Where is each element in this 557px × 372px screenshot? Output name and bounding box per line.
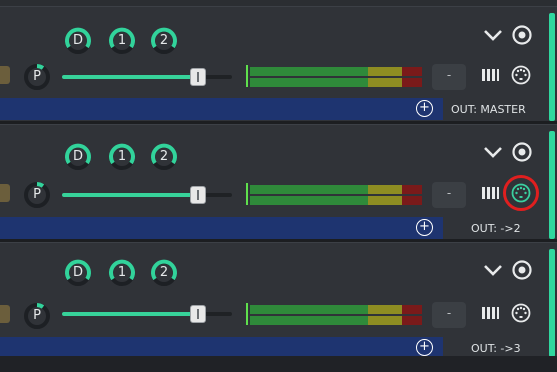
strip-color-accent[interactable]	[549, 249, 555, 357]
volume-fader[interactable]	[62, 305, 232, 323]
send-knob-d[interactable]: D	[64, 259, 92, 287]
knob-label: D	[72, 265, 83, 280]
midi-port-icon[interactable]	[502, 174, 540, 212]
routing-bar[interactable]	[0, 217, 443, 239]
level-meter	[246, 183, 422, 205]
send-knob-2[interactable]: 2	[150, 259, 178, 287]
knob-label: D	[72, 33, 83, 48]
midi-port-icon[interactable]	[510, 302, 532, 324]
send-knob-d[interactable]: D	[64, 143, 92, 171]
piano-keys-icon[interactable]	[480, 67, 500, 83]
strip-color-accent[interactable]	[549, 131, 555, 239]
strip-color-accent[interactable]	[549, 13, 555, 121]
piano-keys-icon[interactable]	[480, 185, 500, 201]
color-tab	[0, 184, 10, 202]
meter-right	[246, 78, 422, 87]
target-icon[interactable]	[511, 24, 533, 46]
output-label[interactable]: OUT: ->3	[471, 342, 521, 355]
chevron-down-icon[interactable]	[482, 263, 504, 277]
mute-button[interactable]: -	[432, 64, 466, 90]
meter-right	[246, 316, 422, 325]
knob-label: 1	[117, 33, 127, 48]
plus-circle-icon[interactable]: +	[416, 100, 433, 117]
send-knob-2[interactable]: 2	[150, 27, 178, 55]
knob-label: 2	[159, 265, 169, 280]
color-tab	[0, 305, 10, 323]
fader-handle[interactable]	[190, 305, 206, 323]
output-label[interactable]: OUT: MASTER	[451, 103, 526, 116]
knob-label: P	[33, 187, 41, 202]
mute-button[interactable]: -	[432, 182, 466, 208]
fader-fill	[62, 312, 192, 316]
pan-knob[interactable]: P	[23, 302, 51, 330]
plus-circle-icon[interactable]: +	[416, 339, 433, 356]
send-knob-1[interactable]: 1	[108, 143, 136, 171]
knob-label: 2	[159, 149, 169, 164]
fader-fill	[62, 193, 192, 197]
meter-left	[246, 185, 422, 194]
chevron-down-icon[interactable]	[482, 145, 504, 159]
routing-bar[interactable]	[0, 98, 443, 120]
send-knob-1[interactable]: 1	[108, 27, 136, 55]
color-tab	[0, 66, 10, 84]
chevron-down-icon[interactable]	[482, 28, 504, 42]
send-knob-1[interactable]: 1	[108, 259, 136, 287]
pan-knob[interactable]: P	[23, 63, 51, 91]
knob-label: P	[33, 69, 41, 84]
send-knob-d[interactable]: D	[64, 27, 92, 55]
level-meter	[246, 303, 422, 325]
mute-button[interactable]: -	[432, 302, 466, 328]
mixer-panel: D 1 2 P - + OUT: MASTER D 1 2 P - + OUT:…	[0, 0, 557, 372]
knob-label: D	[72, 149, 83, 164]
output-label[interactable]: OUT: ->2	[471, 222, 521, 235]
piano-keys-icon[interactable]	[480, 305, 500, 321]
meter-left	[246, 67, 422, 76]
target-icon[interactable]	[511, 259, 533, 281]
target-icon[interactable]	[511, 141, 533, 163]
fader-handle[interactable]	[190, 186, 206, 204]
knob-label: 1	[117, 149, 127, 164]
send-knob-2[interactable]: 2	[150, 143, 178, 171]
mixer-strip-2: D 1 2 P - + OUT: ->2	[0, 124, 557, 242]
knob-label: 2	[159, 33, 169, 48]
mixer-strip-1: D 1 2 P - + OUT: MASTER	[0, 6, 557, 124]
meter-right	[246, 196, 422, 205]
midi-port-icon[interactable]	[510, 64, 532, 86]
knob-label: 1	[117, 265, 127, 280]
mixer-strip-3: D 1 2 P - + OUT: ->3	[0, 242, 557, 360]
fader-handle[interactable]	[190, 68, 206, 86]
volume-fader[interactable]	[62, 68, 232, 86]
meter-left	[246, 305, 422, 314]
pan-knob[interactable]: P	[23, 181, 51, 209]
volume-fader[interactable]	[62, 186, 232, 204]
plus-circle-icon[interactable]: +	[416, 219, 433, 236]
knob-label: P	[33, 308, 41, 323]
bottom-background	[0, 356, 557, 372]
fader-fill	[62, 75, 192, 79]
level-meter	[246, 65, 422, 87]
